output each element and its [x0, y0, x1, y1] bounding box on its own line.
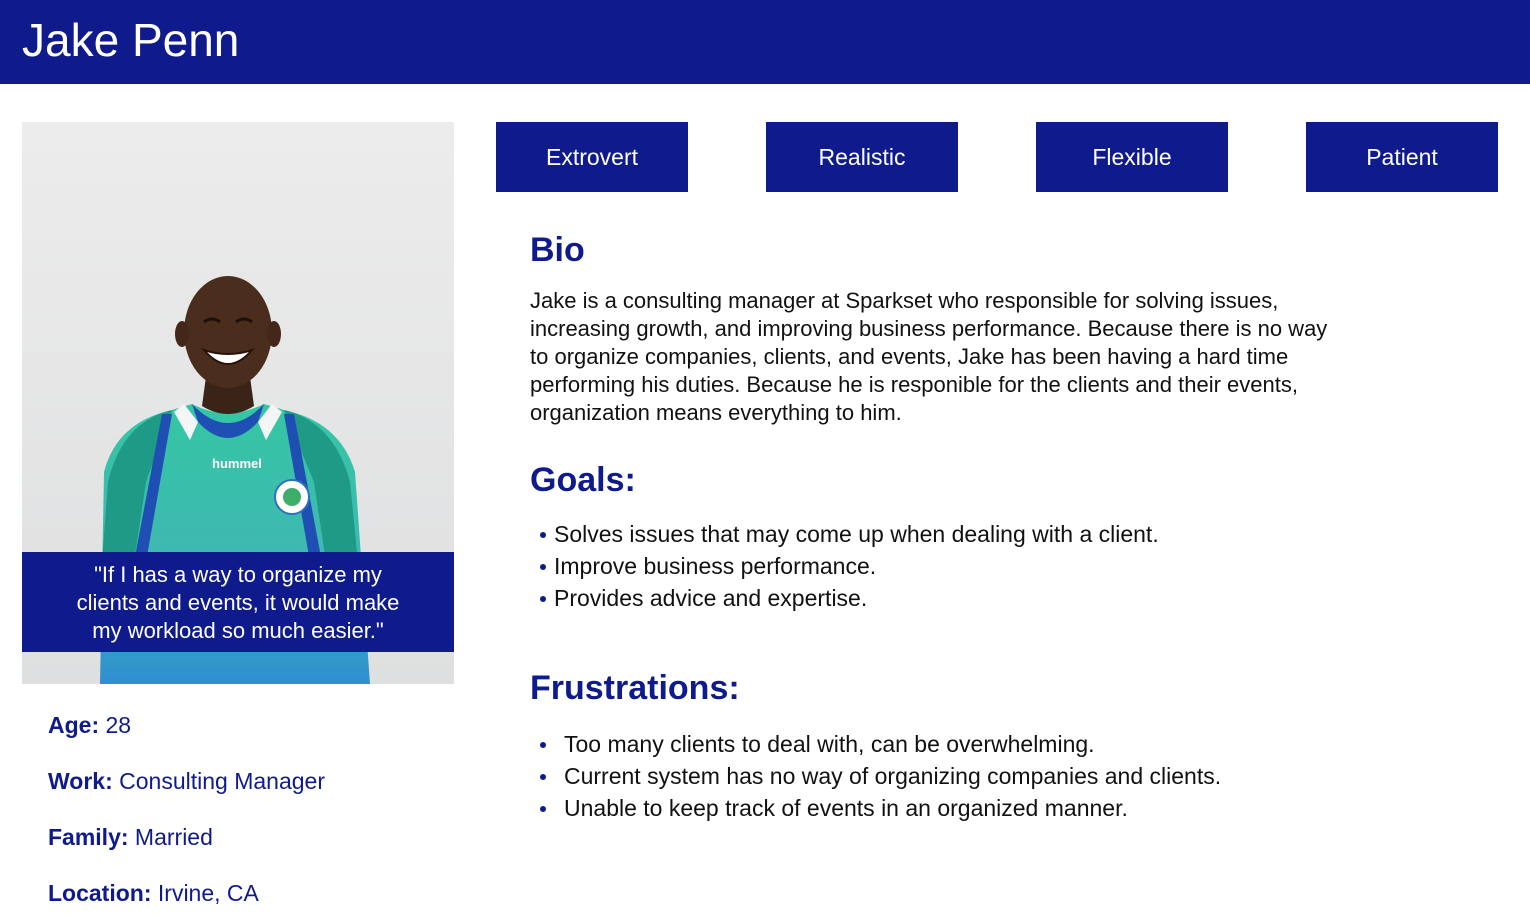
goal-item-text: Provides advice and expertise.: [554, 585, 868, 611]
fact-work-label: Work:: [48, 768, 113, 794]
bullet-icon: [540, 564, 546, 570]
frustration-item: Unable to keep track of events in an org…: [540, 792, 1221, 824]
trait-flexible: Flexible: [1036, 122, 1228, 192]
bio-heading: Bio: [530, 231, 585, 269]
fact-family: Family: Married: [48, 824, 213, 851]
goal-item-text: Solves issues that may come up when deal…: [554, 521, 1159, 547]
goals-list: Solves issues that may come up when deal…: [540, 518, 1159, 614]
shirt-logo: hummel: [212, 456, 262, 471]
frustration-item: Current system has no way of organizing …: [540, 760, 1221, 792]
goal-item-text: Improve business performance.: [554, 553, 877, 579]
bio-text: Jake is a consulting manager at Sparkset…: [530, 288, 1328, 425]
frustration-item-text: Current system has no way of organizing …: [564, 763, 1222, 789]
fact-location: Location: Irvine, CA: [48, 880, 259, 907]
persona-quote: "If I has a way to organize my clients a…: [22, 552, 454, 652]
frustration-item-text: Unable to keep track of events in an org…: [564, 795, 1128, 821]
goal-item: Improve business performance.: [540, 550, 1159, 582]
persona-name: Jake Penn: [22, 14, 240, 66]
bullet-icon: [540, 532, 546, 538]
fact-location-label: Location:: [48, 880, 152, 906]
fact-work-value: Consulting Manager: [119, 768, 325, 794]
trait-extrovert: Extrovert: [496, 122, 688, 192]
fact-location-value: Irvine, CA: [157, 880, 259, 906]
fact-age-value: 28: [105, 712, 132, 738]
page-header: Jake Penn: [0, 0, 1530, 84]
trait-realistic: Realistic: [766, 122, 958, 192]
frustrations-list: Too many clients to deal with, can be ov…: [540, 728, 1221, 824]
goal-item: Solves issues that may come up when deal…: [540, 518, 1159, 550]
fact-work: Work: Consulting Manager: [48, 768, 325, 795]
goals-heading: Goals:: [530, 461, 636, 499]
goal-item: Provides advice and expertise.: [540, 582, 1159, 614]
bullet-icon: [540, 596, 546, 602]
frustration-item-text: Too many clients to deal with, can be ov…: [564, 731, 1095, 757]
trait-patient: Patient: [1306, 122, 1498, 192]
persona-photo: hummel "If I has a way to organize my cl…: [22, 122, 454, 684]
fact-family-label: Family:: [48, 824, 129, 850]
fact-family-value: Married: [134, 824, 213, 850]
frustrations-heading: Frustrations:: [530, 669, 740, 707]
bullet-icon: [540, 806, 546, 812]
frustration-item: Too many clients to deal with, can be ov…: [540, 728, 1221, 760]
bullet-icon: [540, 742, 546, 748]
fact-age: Age: 28: [48, 712, 131, 739]
fact-age-label: Age:: [48, 712, 100, 738]
bullet-icon: [540, 774, 546, 780]
